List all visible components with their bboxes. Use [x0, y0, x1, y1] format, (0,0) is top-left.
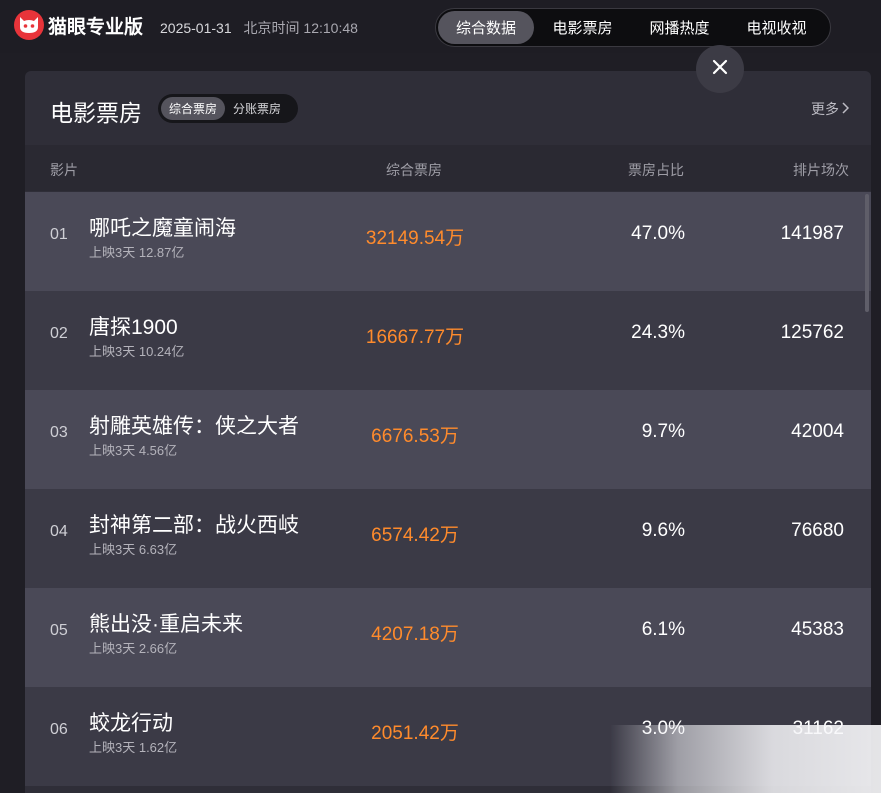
film-name: 熊出没·重启未来 — [89, 613, 243, 636]
close-icon — [712, 59, 728, 80]
box-office-value: 6574.42万 — [371, 525, 459, 546]
column-header-shows: 排片场次 — [793, 162, 849, 178]
table-row[interactable]: 02 唐探1900 上映3天 10.24亿 16667.77万 24.3% 12… — [25, 291, 871, 390]
film-meta: 上映3天 12.87亿 — [89, 245, 185, 260]
share-value: 9.7% — [641, 421, 685, 442]
box-office-value: 32149.54万 — [365, 228, 465, 249]
scrollbar[interactable] — [865, 194, 869, 312]
brand-logo[interactable]: 猫眼专业版 — [14, 10, 143, 40]
chevron-right-icon — [841, 101, 850, 117]
film-name: 唐探1900 — [89, 316, 178, 339]
watermark-blur — [610, 725, 881, 793]
main-nav-tabs: 综合数据 电影票房 网播热度 电视收视 — [435, 8, 831, 47]
tab-streaming-heat[interactable]: 网播热度 — [631, 11, 728, 44]
shows-value: 141987 — [780, 223, 844, 244]
table-row[interactable]: 03 射雕英雄传：侠之大者 上映3天 4.56亿 6676.53万 9.7% 4… — [25, 390, 871, 489]
film-meta: 上映3天 2.66亿 — [89, 641, 178, 656]
tab-comprehensive-data[interactable]: 综合数据 — [438, 11, 534, 44]
row-rank: 03 — [50, 424, 68, 441]
time-label: 北京时间 — [243, 20, 300, 36]
shows-value: 42004 — [791, 421, 844, 442]
datetime: 2025-01-31 北京时间 12:10:48 — [160, 18, 358, 38]
close-button[interactable] — [696, 45, 744, 93]
current-date: 2025-01-31 — [160, 20, 232, 36]
tab-split-box-office[interactable]: 分账票房 — [225, 97, 289, 120]
row-rank: 04 — [50, 523, 68, 540]
panel-title: 电影票房 — [50, 100, 142, 126]
table-row[interactable]: 05 熊出没·重启未来 上映3天 2.66亿 4207.18万 6.1% 453… — [25, 588, 871, 687]
row-rank: 01 — [50, 226, 68, 243]
table-header: 影片 综合票房 票房占比 排片场次 — [25, 145, 871, 191]
current-time: 12:10:48 — [303, 20, 358, 36]
tab-movie-box-office[interactable]: 电影票房 — [534, 11, 631, 44]
share-value: 9.6% — [641, 520, 685, 541]
tab-comprehensive-box-office[interactable]: 综合票房 — [161, 97, 226, 120]
film-meta: 上映3天 4.56亿 — [89, 443, 178, 458]
shows-value: 125762 — [780, 322, 844, 343]
more-label: 更多 — [811, 101, 839, 117]
column-header-box-office: 综合票房 — [386, 162, 442, 178]
row-rank: 06 — [50, 721, 68, 738]
shows-value: 76680 — [791, 520, 844, 541]
tab-tv-ratings[interactable]: 电视收视 — [728, 11, 825, 44]
row-rank: 05 — [50, 622, 68, 639]
column-header-film: 影片 — [50, 162, 78, 178]
row-rank: 02 — [50, 325, 68, 342]
film-meta: 上映3天 10.24亿 — [89, 344, 185, 359]
box-office-list: 01 哪吒之魔童闹海 上映3天 12.87亿 32149.54万 47.0% 1… — [25, 192, 871, 786]
box-office-panel: 电影票房 综合票房 分账票房 更多 影片 综合票房 票房占比 排片场次 01 哪… — [25, 71, 871, 793]
box-office-value: 6676.53万 — [371, 426, 459, 447]
share-value: 47.0% — [631, 223, 685, 244]
brand-name: 猫眼专业版 — [48, 16, 144, 38]
film-name: 封神第二部：战火西岐 — [89, 514, 299, 537]
film-name: 哪吒之魔童闹海 — [89, 217, 236, 240]
table-row[interactable]: 01 哪吒之魔童闹海 上映3天 12.87亿 32149.54万 47.0% 1… — [25, 192, 871, 291]
top-bar: 猫眼专业版 2025-01-31 北京时间 12:10:48 综合数据 电影票房… — [0, 0, 881, 53]
box-office-value: 4207.18万 — [371, 624, 459, 645]
table-row[interactable]: 04 封神第二部：战火西岐 上映3天 6.63亿 6574.42万 9.6% 7… — [25, 489, 871, 588]
shows-value: 45383 — [791, 619, 844, 640]
share-value: 6.1% — [641, 619, 685, 640]
cat-logo-icon — [14, 10, 44, 40]
film-name: 蛟龙行动 — [89, 712, 173, 735]
box-office-type-toggle: 综合票房 分账票房 — [158, 94, 298, 123]
film-meta: 上映3天 1.62亿 — [89, 740, 178, 755]
film-name: 射雕英雄传：侠之大者 — [89, 415, 299, 438]
more-link[interactable]: 更多 — [811, 99, 850, 119]
film-meta: 上映3天 6.63亿 — [89, 542, 178, 557]
column-header-share: 票房占比 — [628, 162, 684, 178]
box-office-value: 16667.77万 — [365, 327, 465, 348]
box-office-value: 2051.42万 — [371, 723, 459, 744]
share-value: 24.3% — [631, 322, 685, 343]
